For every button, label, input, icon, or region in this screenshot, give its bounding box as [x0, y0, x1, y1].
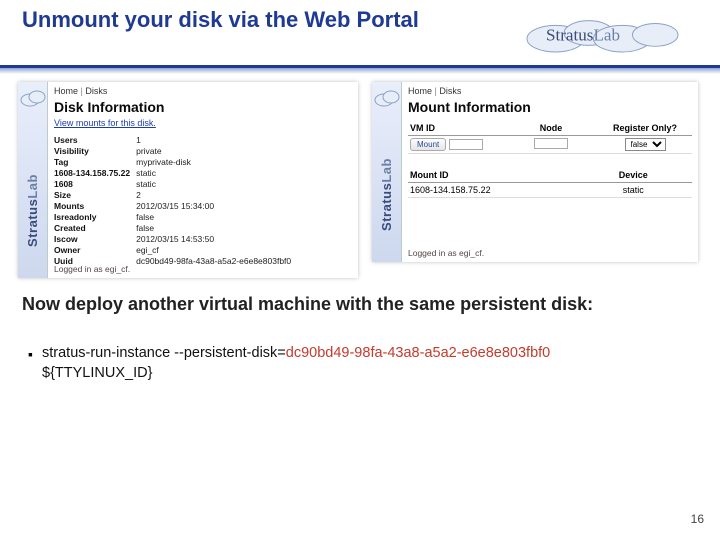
- table-row: Tagmyprivate-disk: [54, 156, 297, 167]
- vm-id-input[interactable]: [449, 139, 483, 150]
- register-only-select[interactable]: false: [625, 138, 666, 151]
- bullet-icon: ▪: [28, 346, 33, 362]
- breadcrumb: Home | Disks: [408, 86, 692, 96]
- command-text: stratus-run-instance --persistent-disk=d…: [42, 344, 662, 383]
- table-row: Mounts2012/03/15 15:34:00: [54, 200, 297, 211]
- table-row: 1608static: [54, 178, 297, 189]
- table-row: Owneregi_cf: [54, 244, 297, 255]
- mount-information-panel: StratusLab Home | Disks Mount Informatio…: [372, 82, 698, 262]
- table-row: 1608-134.158.75.22static: [54, 167, 297, 178]
- disk-properties-table: Users1VisibilityprivateTagmyprivate-disk…: [54, 134, 297, 266]
- crumb-home[interactable]: Home: [408, 86, 432, 96]
- table-row: Isreadonlyfalse: [54, 211, 297, 222]
- table-row: Createdfalse: [54, 222, 297, 233]
- node-input[interactable]: [534, 138, 568, 149]
- crumb-home[interactable]: Home: [54, 86, 78, 96]
- svg-text:StratusLab: StratusLab: [546, 26, 620, 45]
- table-row: Iscow2012/03/15 14:53:50: [54, 233, 297, 244]
- panel-heading: Mount Information: [408, 99, 692, 115]
- mount-id-row: 1608-134.158.75.22 static: [408, 183, 692, 198]
- table-row: Size2: [54, 189, 297, 200]
- mount-table-header: VM ID Node Register Only?: [408, 121, 692, 136]
- crumb-disks[interactable]: Disks: [439, 86, 461, 96]
- breadcrumb: Home | Disks: [54, 86, 352, 96]
- vertical-brand-right: StratusLab: [372, 82, 402, 262]
- page-number: 16: [691, 512, 704, 526]
- table-row: Visibilityprivate: [54, 145, 297, 156]
- stratuslab-logo: StratusLab: [508, 14, 698, 56]
- slide-title: Unmount your disk via the Web Portal: [22, 8, 442, 32]
- disk-information-panel: StratusLab Home | Disks Disk Information…: [18, 82, 358, 278]
- logged-in-label: Logged in as egi_cf.: [54, 264, 130, 274]
- logged-in-label: Logged in as egi_cf.: [408, 248, 484, 258]
- crumb-disks[interactable]: Disks: [85, 86, 107, 96]
- vertical-brand-left: StratusLab: [18, 82, 48, 278]
- body-subtitle: Now deploy another virtual machine with …: [22, 294, 602, 316]
- title-underline: [0, 65, 720, 68]
- mount-form-row: Mount false: [408, 136, 692, 154]
- table-row: Users1: [54, 134, 297, 145]
- panel-heading: Disk Information: [54, 99, 352, 115]
- mount-button[interactable]: Mount: [410, 138, 446, 151]
- view-mounts-link[interactable]: View mounts for this disk.: [54, 118, 156, 128]
- mount-id-table-header: Mount ID Device: [408, 168, 692, 183]
- uuid-highlight: dc90bd49-98fa-43a8-a5a2-e6e8e803fbf0: [286, 345, 550, 361]
